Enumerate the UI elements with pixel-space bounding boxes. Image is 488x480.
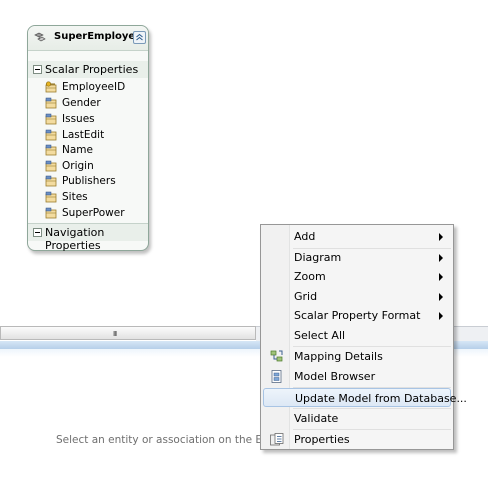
submenu-arrow-icon — [439, 312, 443, 320]
menu-item-scalar-property-format[interactable]: Scalar Property Format — [263, 306, 451, 325]
property-item[interactable]: Origin — [45, 159, 145, 174]
submenu-arrow-icon — [439, 254, 443, 262]
menu-item-label: Properties — [294, 433, 350, 446]
property-label: Publishers — [62, 175, 116, 187]
navigation-properties-section[interactable]: Navigation Properties — [28, 223, 148, 252]
menu-item-zoom[interactable]: Zoom — [263, 267, 451, 286]
menu-item-model-browser[interactable]: Model Browser — [263, 367, 451, 386]
property-item[interactable]: Issues — [45, 112, 145, 127]
submenu-arrow-icon — [439, 233, 443, 241]
menu-item-update-model-from-database[interactable]: Update Model from Database... — [263, 388, 467, 407]
property-icon — [45, 207, 57, 219]
entity-header[interactable]: SuperEmployee — [28, 26, 148, 51]
scalar-properties-section[interactable]: Scalar Properties — [28, 61, 148, 78]
minus-toggle-icon[interactable] — [33, 228, 42, 237]
menu-item-label: Model Browser — [294, 370, 376, 383]
property-label: Sites — [62, 191, 88, 203]
menu-item-add[interactable]: Add — [263, 227, 451, 246]
submenu-arrow-icon — [439, 293, 443, 301]
collapse-entity-button[interactable] — [133, 31, 146, 44]
property-item[interactable]: EmployeeID — [45, 80, 145, 95]
horizontal-scrollbar-thumb[interactable]: III — [0, 326, 256, 340]
property-label: Gender — [62, 97, 101, 109]
entity-type-icon — [34, 32, 46, 42]
menu-item-label: Scalar Property Format — [294, 309, 421, 322]
property-icon — [45, 129, 57, 141]
property-item[interactable]: Sites — [45, 190, 145, 205]
double-chevron-up-icon — [136, 33, 143, 41]
scrollbar-grip: III — [113, 330, 117, 338]
key-property-icon — [45, 81, 57, 93]
menu-item-label: Diagram — [294, 251, 342, 264]
property-icon — [45, 144, 57, 156]
menu-item-label: Update Model from Database... — [295, 392, 467, 405]
menu-item-label: Grid — [294, 290, 318, 303]
property-icon — [45, 97, 57, 109]
property-label: LastEdit — [62, 129, 105, 141]
context-menu: Add Diagram Zoom Grid Scalar Property Fo… — [260, 224, 467, 450]
menu-item-properties[interactable]: Properties — [263, 430, 451, 449]
property-item[interactable]: Gender — [45, 96, 145, 111]
navigation-properties-label: Navigation Properties — [45, 226, 105, 252]
property-icon — [45, 175, 57, 187]
property-item[interactable]: LastEdit — [45, 128, 145, 143]
property-label: Issues — [62, 113, 95, 125]
menu-item-label: Select All — [294, 329, 346, 342]
property-icon — [45, 113, 57, 125]
submenu-arrow-icon — [439, 273, 443, 281]
menu-item-mapping-details[interactable]: Mapping Details — [263, 347, 451, 366]
menu-item-label: Validate — [294, 412, 339, 425]
minus-toggle-icon[interactable] — [33, 65, 42, 74]
property-item[interactable]: Name — [45, 143, 145, 158]
menu-item-select-all[interactable]: Select All — [263, 326, 451, 345]
menu-item-label: Mapping Details — [294, 350, 383, 363]
menu-item-diagram[interactable]: Diagram — [263, 248, 451, 267]
menu-item-grid[interactable]: Grid — [263, 287, 451, 306]
entity-shape-superemployee[interactable]: SuperEmployee Scalar Properties Employee… — [27, 25, 149, 252]
property-label: SuperPower — [62, 207, 125, 219]
menu-item-validate[interactable]: Validate — [263, 409, 451, 428]
model-browser-icon — [271, 370, 282, 383]
scalar-properties-label: Scalar Properties — [45, 63, 139, 76]
property-label: EmployeeID — [62, 81, 126, 93]
menu-item-label: Zoom — [294, 270, 326, 283]
property-item[interactable]: SuperPower — [45, 206, 145, 221]
mapping-details-icon — [270, 350, 283, 362]
property-icon — [45, 191, 57, 203]
menu-item-label: Add — [294, 230, 316, 243]
property-label: Name — [62, 144, 93, 156]
entity-title: SuperEmployee — [54, 31, 142, 42]
property-item[interactable]: Publishers — [45, 174, 145, 189]
property-label: Origin — [62, 160, 94, 172]
property-icon — [45, 160, 57, 172]
properties-icon — [270, 433, 284, 446]
